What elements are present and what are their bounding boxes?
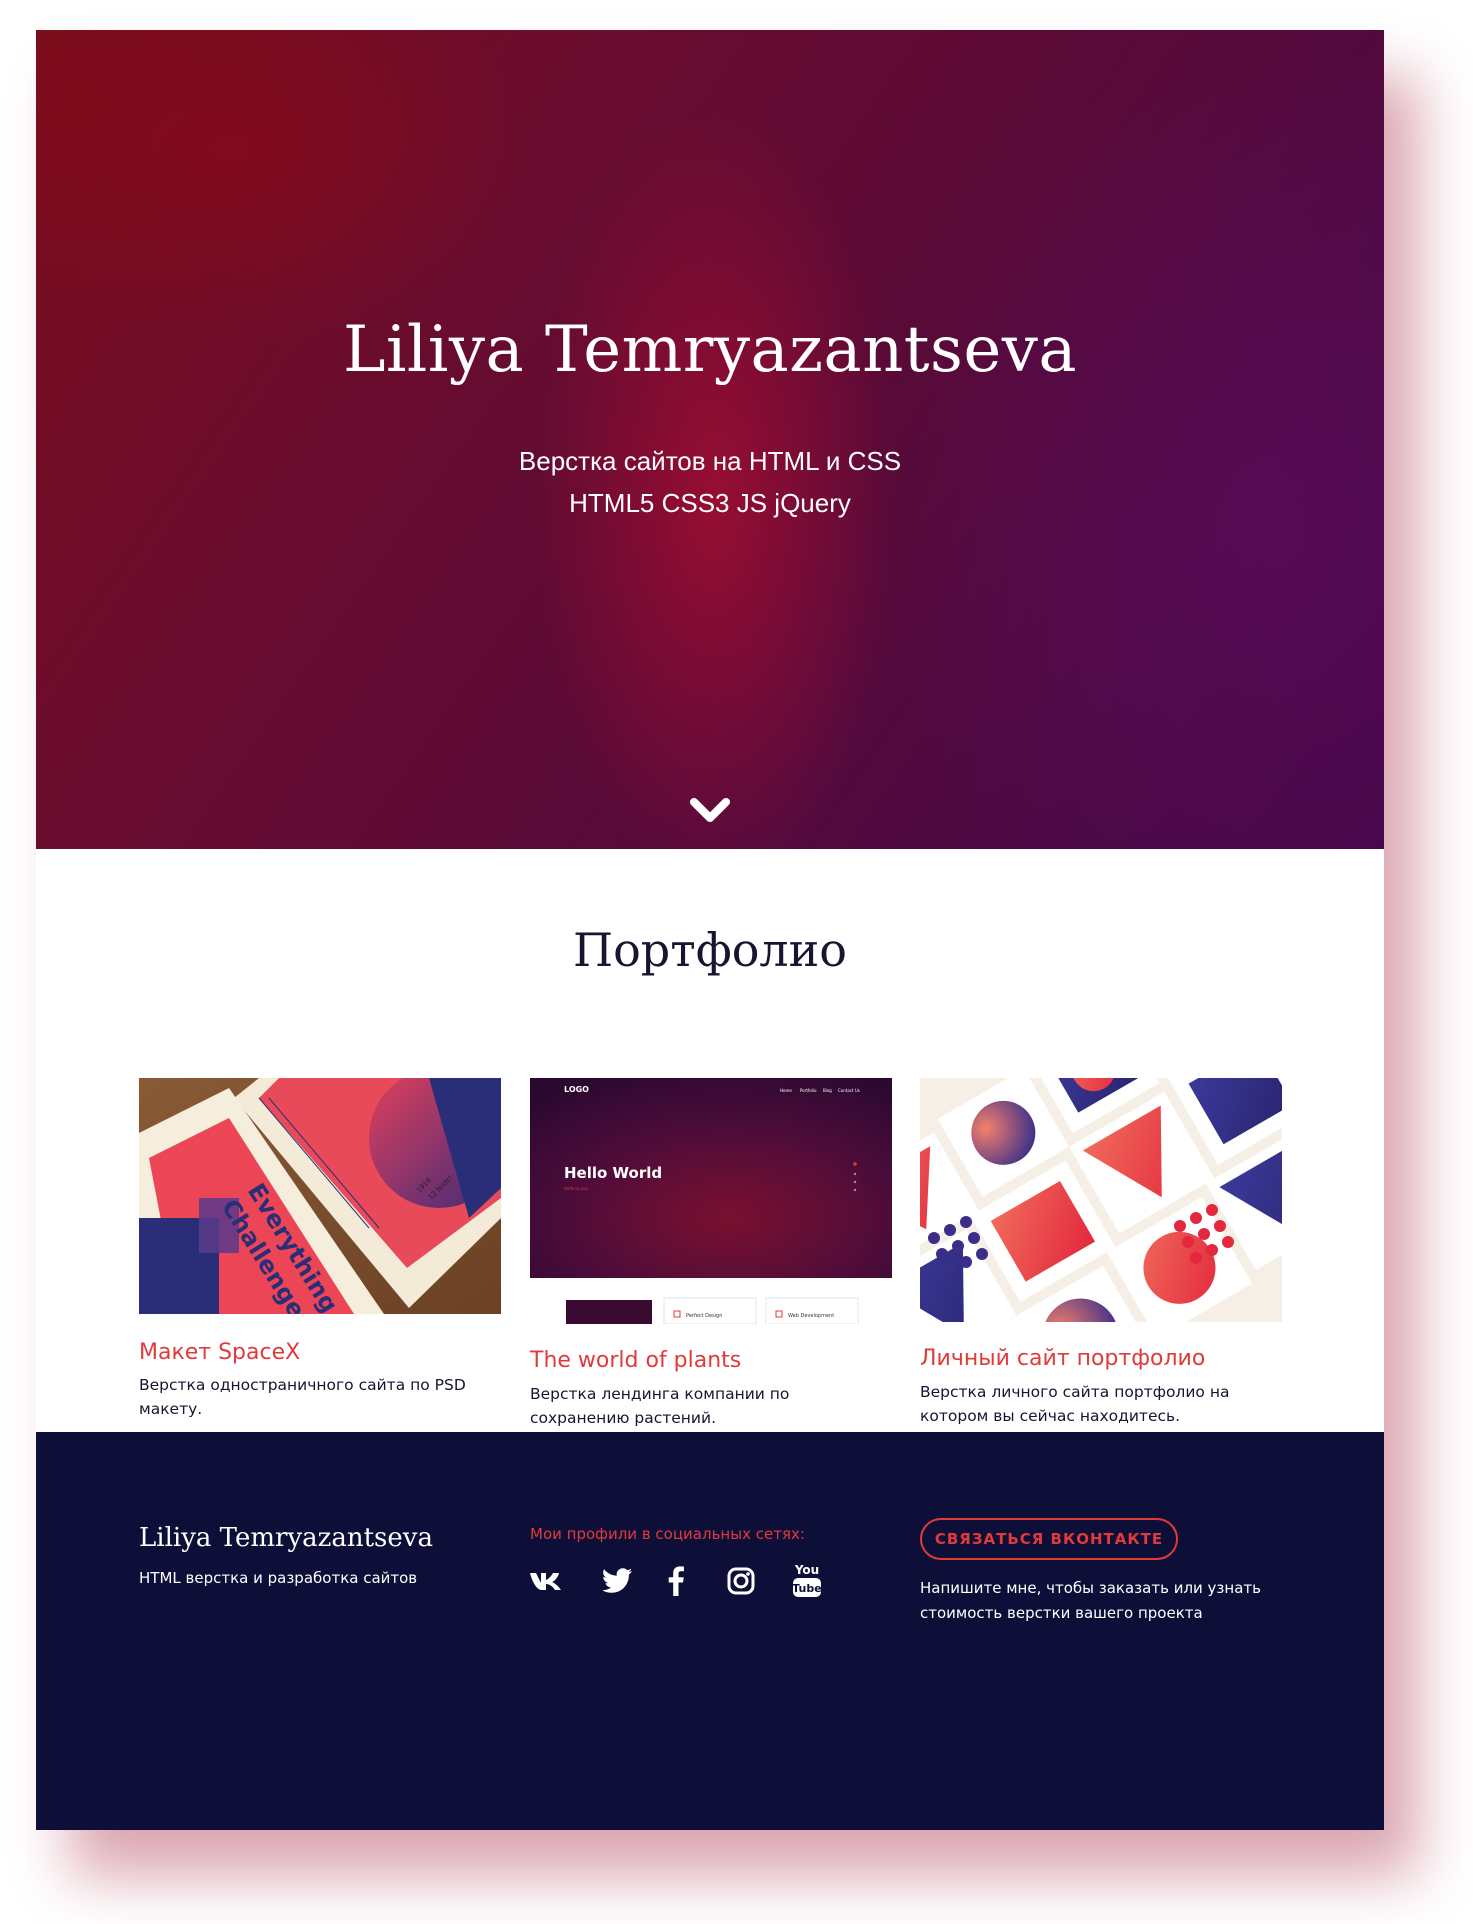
- contact-note-line2: стоимость верстки вашего проекта: [920, 1604, 1203, 1622]
- mini-nav-1: Home: [780, 1088, 792, 1093]
- page: Liliya Temryazantseva Верстка сайтов на …: [36, 30, 1384, 1830]
- mini-feature-2: Web Development: [788, 1313, 834, 1319]
- mini-hero-title: Hello World: [564, 1164, 662, 1182]
- vk-icon[interactable]: [528, 1563, 566, 1599]
- mini-nav-3: Blog: [823, 1088, 832, 1093]
- hero-subtitle-line2: HTML5 CSS3 JS jQuery: [569, 488, 851, 518]
- footer-tagline: HTML верстка и разработка сайтов: [139, 1569, 418, 1587]
- contact-note: Напишите мне, чтобы заказать или узнать …: [920, 1576, 1300, 1626]
- portfolio-card-spacex[interactable]: 1916 12 folds! Everything Challenge be b…: [139, 1078, 501, 1418]
- portfolio-image-spacex[interactable]: 1916 12 folds! Everything Challenge be b…: [139, 1078, 501, 1314]
- mini-logo: LOGO: [564, 1085, 589, 1094]
- mini-feature-1: Perfect Design: [686, 1313, 722, 1319]
- portfolio-desc-spacex: Верстка одностраничного сайта по PSD мак…: [139, 1376, 466, 1418]
- portfolio-desc-personal: Верстка личного сайта портфолио на котор…: [920, 1383, 1230, 1425]
- footer: Liliya Temryazantseva HTML верстка и раз…: [36, 1432, 1384, 1830]
- mini-nav-4: Contact Us: [838, 1088, 860, 1093]
- youtube-icon[interactable]: You Tube: [792, 1558, 822, 1600]
- social-heading: Мои профили в социальных сетях:: [530, 1525, 805, 1543]
- contact-note-line1: Напишите мне, чтобы заказать или узнать: [920, 1579, 1261, 1597]
- footer-name: Liliya Temryazantseva: [139, 1523, 433, 1553]
- portfolio-section: Портфолио 1916 12 folds! Everything Chal…: [36, 849, 1384, 1432]
- portfolio-desc-plants: Верстка лендинга компании по сохранению …: [530, 1385, 790, 1427]
- portfolio-image-plants[interactable]: LOGO Home Portfolio Blog Contact Us Hell…: [530, 1078, 892, 1324]
- instagram-icon[interactable]: [726, 1563, 756, 1599]
- hero-subtitle: Верстка сайтов на HTML и CSS HTML5 CSS3 …: [36, 440, 1384, 524]
- hero-section: Liliya Temryazantseva Верстка сайтов на …: [36, 30, 1384, 849]
- portfolio-image-personal[interactable]: [920, 1078, 1282, 1322]
- image-text-nce: nce: [223, 1300, 243, 1313]
- twitter-icon[interactable]: [602, 1563, 634, 1599]
- portfolio-card-personal[interactable]: Личный сайт портфолио Верстка личного са…: [920, 1078, 1282, 1425]
- facebook-icon[interactable]: [666, 1563, 686, 1599]
- chevron-down-icon[interactable]: [688, 794, 732, 828]
- portfolio-title: Портфолио: [573, 923, 847, 977]
- portfolio-card-plants[interactable]: LOGO Home Portfolio Blog Contact Us Hell…: [530, 1078, 892, 1427]
- portfolio-title-spacex[interactable]: Макет SpaceX: [139, 1340, 501, 1365]
- portfolio-title-personal[interactable]: Личный сайт портфолио: [920, 1346, 1282, 1371]
- mini-hero-small: Hello to you: [564, 1186, 589, 1191]
- hero-subtitle-line1: Верстка сайтов на HTML и CSS: [518, 446, 902, 476]
- youtube-label-tube: Tube: [792, 1582, 821, 1595]
- youtube-label-you: You: [794, 1563, 819, 1577]
- contact-vk-button[interactable]: СВЯЗАТЬСЯ ВКОНТАКТЕ: [920, 1518, 1178, 1560]
- portfolio-title-plants[interactable]: The world of plants: [530, 1348, 892, 1373]
- hero-title: Liliya Temryazantseva: [342, 313, 1078, 387]
- mini-nav-2: Portfolio: [800, 1088, 817, 1093]
